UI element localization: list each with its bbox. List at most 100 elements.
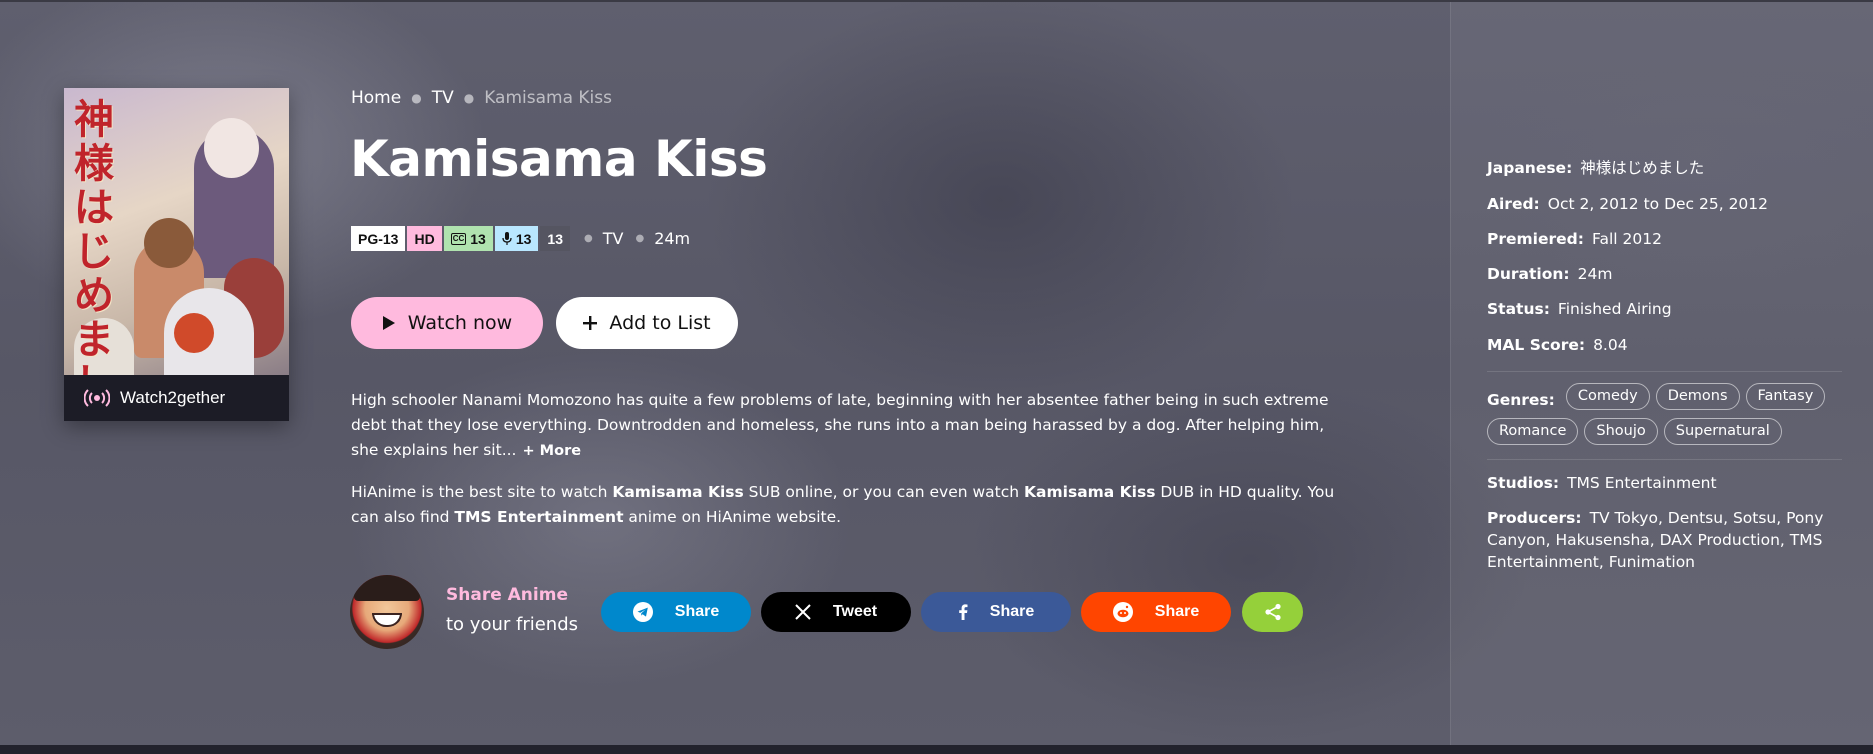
share-reddit-label: Share bbox=[1154, 603, 1200, 620]
info-producers: Producers: TV Tokyo, Dentsu, Sotsu, Pony … bbox=[1487, 507, 1842, 573]
genre-chip[interactable]: Romance bbox=[1487, 418, 1579, 445]
watch2gether-label: Watch2gether bbox=[120, 388, 226, 407]
info-duration: Duration: 24m bbox=[1487, 263, 1842, 285]
broadcast-icon bbox=[84, 389, 110, 407]
synopsis-text: High schooler Nanami Momozono has quite … bbox=[351, 391, 1329, 459]
x-icon bbox=[795, 604, 811, 620]
promo-segment: HiAnime is the best site to watch bbox=[351, 483, 613, 501]
anime-poster[interactable]: 神様はじめました bbox=[64, 88, 289, 375]
info-aired: Aired: Oct 2, 2012 to Dec 25, 2012 bbox=[1487, 193, 1842, 215]
closed-caption-icon: CC bbox=[450, 232, 467, 245]
sub-count-badge: CC 13 bbox=[443, 226, 493, 251]
promo-text: HiAnime is the best site to watch Kamisa… bbox=[351, 480, 1336, 530]
anime-tags: PG-13 HD CC 13 13 13 ● TV ● 24m bbox=[351, 226, 690, 251]
add-to-list-button[interactable]: Add to List bbox=[556, 297, 738, 349]
share-more-button[interactable] bbox=[1242, 592, 1303, 632]
info-label: Status: bbox=[1487, 300, 1550, 318]
share-subtitle: to your friends bbox=[446, 614, 579, 635]
poster-card: 神様はじめました Watch2gether bbox=[64, 88, 289, 421]
info-premiered: Premiered: Fall 2012 bbox=[1487, 228, 1842, 250]
watch-now-button[interactable]: Watch now bbox=[351, 297, 543, 349]
breadcrumb-separator: ● bbox=[411, 91, 422, 105]
watch-now-label: Watch now bbox=[407, 312, 513, 334]
info-status: Status: Finished Airing bbox=[1487, 298, 1842, 320]
share-telegram-label: Share bbox=[674, 603, 720, 620]
info-value: Oct 2, 2012 to Dec 25, 2012 bbox=[1547, 195, 1769, 213]
genre-chip[interactable]: Demons bbox=[1655, 383, 1740, 410]
poster-seal bbox=[174, 313, 214, 353]
genre-chip[interactable]: Fantasy bbox=[1745, 383, 1826, 410]
breadcrumb: Home ● TV ● Kamisama Kiss bbox=[351, 88, 612, 108]
poster-title: 神様はじめました bbox=[74, 96, 114, 376]
info-value: 8.04 bbox=[1593, 336, 1628, 354]
add-to-list-label: Add to List bbox=[609, 312, 711, 334]
genres-label: Genres: bbox=[1487, 391, 1555, 409]
page-title: Kamisama Kiss bbox=[350, 130, 768, 188]
genre-chip[interactable]: Shoujo bbox=[1584, 418, 1658, 445]
info-value: 24m bbox=[1577, 265, 1613, 283]
sub-count: 13 bbox=[470, 230, 486, 247]
genre-chip[interactable]: Comedy bbox=[1565, 383, 1650, 410]
promo-studio: TMS Entertainment bbox=[454, 508, 624, 526]
facebook-icon bbox=[958, 604, 968, 620]
breadcrumb-current: Kamisama Kiss bbox=[484, 88, 612, 108]
more-link[interactable]: + More bbox=[522, 443, 581, 459]
info-divider bbox=[1487, 459, 1842, 460]
anime-duration: 24m bbox=[654, 229, 691, 248]
info-value: 神様はじめました bbox=[1580, 159, 1705, 177]
info-label: Producers: bbox=[1487, 509, 1582, 527]
info-label: MAL Score: bbox=[1487, 336, 1586, 354]
genre-chip[interactable]: Supernatural bbox=[1663, 418, 1782, 445]
info-label: Duration: bbox=[1487, 265, 1570, 283]
promo-title: Kamisama Kiss bbox=[612, 483, 744, 501]
poster-figure bbox=[204, 118, 259, 178]
avatar-smile bbox=[372, 613, 402, 627]
promo-segment: SUB online, or you can even watch bbox=[743, 483, 1025, 501]
info-mal-score: MAL Score: 8.04 bbox=[1487, 334, 1842, 356]
breadcrumb-tv[interactable]: TV bbox=[432, 88, 454, 108]
anime-type: TV bbox=[602, 229, 624, 248]
info-label: Studios: bbox=[1487, 474, 1560, 492]
dub-count: 13 bbox=[515, 230, 532, 247]
info-value[interactable]: Fall 2012 bbox=[1592, 230, 1662, 248]
episode-count-badge: 13 bbox=[540, 226, 570, 251]
avatar-hat bbox=[354, 575, 420, 601]
info-value[interactable]: TMS Entertainment bbox=[1567, 474, 1716, 492]
bottom-bar bbox=[0, 745, 1873, 754]
breadcrumb-home[interactable]: Home bbox=[351, 88, 401, 108]
info-divider bbox=[1487, 371, 1842, 372]
share-twitter-label: Tweet bbox=[832, 603, 878, 620]
info-value: Finished Airing bbox=[1557, 300, 1672, 318]
rating-badge: PG-13 bbox=[351, 226, 406, 251]
plus-icon bbox=[583, 316, 598, 330]
share-facebook-label: Share bbox=[989, 603, 1035, 620]
share-icon bbox=[1264, 603, 1281, 621]
info-label: Aired: bbox=[1487, 195, 1540, 213]
tag-separator: ● bbox=[635, 233, 645, 244]
info-label: Premiered: bbox=[1487, 230, 1584, 248]
breadcrumb-separator: ● bbox=[463, 91, 475, 105]
share-reddit-button[interactable]: Share bbox=[1081, 592, 1231, 632]
synopsis: High schooler Nanami Momozono has quite … bbox=[351, 388, 1336, 464]
quality-badge: HD bbox=[407, 226, 442, 251]
info-sidebar bbox=[1450, 2, 1873, 745]
share-title: Share Anime bbox=[446, 585, 568, 605]
dub-count-badge: 13 bbox=[494, 226, 539, 251]
share-telegram-button[interactable]: Share bbox=[601, 592, 751, 632]
info-genres: Genres: Comedy Demons Fantasy Romance Sh… bbox=[1487, 383, 1847, 453]
telegram-icon bbox=[632, 602, 653, 622]
watch2gether-button[interactable]: Watch2gether bbox=[64, 375, 289, 421]
play-icon bbox=[382, 316, 395, 330]
share-facebook-button[interactable]: Share bbox=[921, 592, 1071, 632]
reddit-icon bbox=[1112, 602, 1133, 622]
info-japanese: Japanese: 神様はじめました bbox=[1487, 157, 1842, 179]
share-twitter-button[interactable]: Tweet bbox=[761, 592, 911, 632]
promo-segment: anime on HiAnime website. bbox=[623, 508, 842, 526]
poster-figure bbox=[144, 218, 194, 268]
info-label: Japanese: bbox=[1487, 159, 1573, 177]
microphone-icon bbox=[502, 231, 512, 245]
promo-title: Kamisama Kiss bbox=[1024, 483, 1156, 501]
share-avatar bbox=[350, 575, 424, 649]
info-studios: Studios: TMS Entertainment bbox=[1487, 472, 1842, 494]
tag-separator: ● bbox=[584, 233, 593, 244]
